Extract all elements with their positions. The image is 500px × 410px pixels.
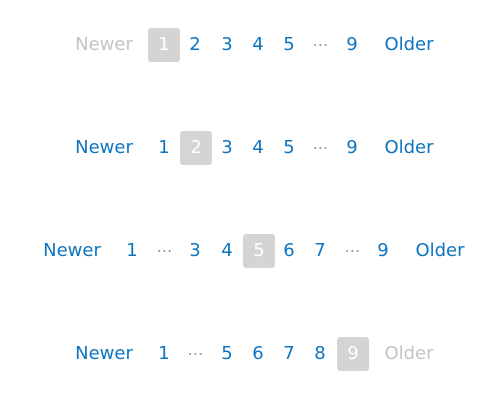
older-link[interactable]: Older <box>414 234 466 268</box>
page-link[interactable]: 9 <box>342 28 362 62</box>
page-link[interactable]: 4 <box>248 28 268 62</box>
newer-link[interactable]: Newer <box>74 131 134 165</box>
page-current: 1 <box>148 28 180 62</box>
page-link[interactable]: 5 <box>279 28 299 62</box>
ellipsis: ⋯ <box>312 35 329 54</box>
newer-link: Newer <box>75 34 133 55</box>
page-link[interactable]: 7 <box>279 337 299 371</box>
pagination-current-5: Newer 1 ⋯ 3 4 5 6 7 ⋯ 9 Older <box>0 234 500 268</box>
page-link[interactable]: 7 <box>310 234 330 268</box>
newer-link[interactable]: Newer <box>42 234 102 268</box>
older-link[interactable]: Older <box>383 28 435 62</box>
page-current: 9 <box>337 337 369 371</box>
page-link[interactable]: 6 <box>279 234 299 268</box>
page-link[interactable]: 5 <box>279 131 299 165</box>
page-link[interactable]: 3 <box>217 28 237 62</box>
older-link: Older <box>384 343 434 364</box>
page-link[interactable]: 1 <box>154 337 174 371</box>
ellipsis: ⋯ <box>312 138 329 157</box>
page-link[interactable]: 4 <box>248 131 268 165</box>
ellipsis: ⋯ <box>156 241 173 260</box>
pagination-current-1: Newer 1 2 3 4 5 ⋯ 9 Older <box>0 28 500 62</box>
pagination-demo: Newer 1 2 3 4 5 ⋯ 9 Older Newer 1 2 3 4 … <box>0 0 500 410</box>
page-link[interactable]: 3 <box>185 234 205 268</box>
ellipsis: ⋯ <box>187 344 204 363</box>
newer-link[interactable]: Newer <box>74 337 134 371</box>
page-link[interactable]: 1 <box>154 131 174 165</box>
pagination-current-2: Newer 1 2 3 4 5 ⋯ 9 Older <box>0 131 500 165</box>
page-link[interactable]: 6 <box>248 337 268 371</box>
older-link[interactable]: Older <box>383 131 435 165</box>
page-link[interactable]: 3 <box>217 131 237 165</box>
page-link[interactable]: 9 <box>373 234 393 268</box>
page-link[interactable]: 8 <box>310 337 330 371</box>
ellipsis: ⋯ <box>344 241 361 260</box>
page-current: 2 <box>180 131 212 165</box>
page-link[interactable]: 4 <box>217 234 237 268</box>
page-link[interactable]: 5 <box>217 337 237 371</box>
page-link[interactable]: 9 <box>342 131 362 165</box>
page-link[interactable]: 1 <box>122 234 142 268</box>
pagination-current-9: Newer 1 ⋯ 5 6 7 8 9 Older <box>0 337 500 371</box>
page-link[interactable]: 2 <box>185 28 205 62</box>
page-current: 5 <box>243 234 275 268</box>
